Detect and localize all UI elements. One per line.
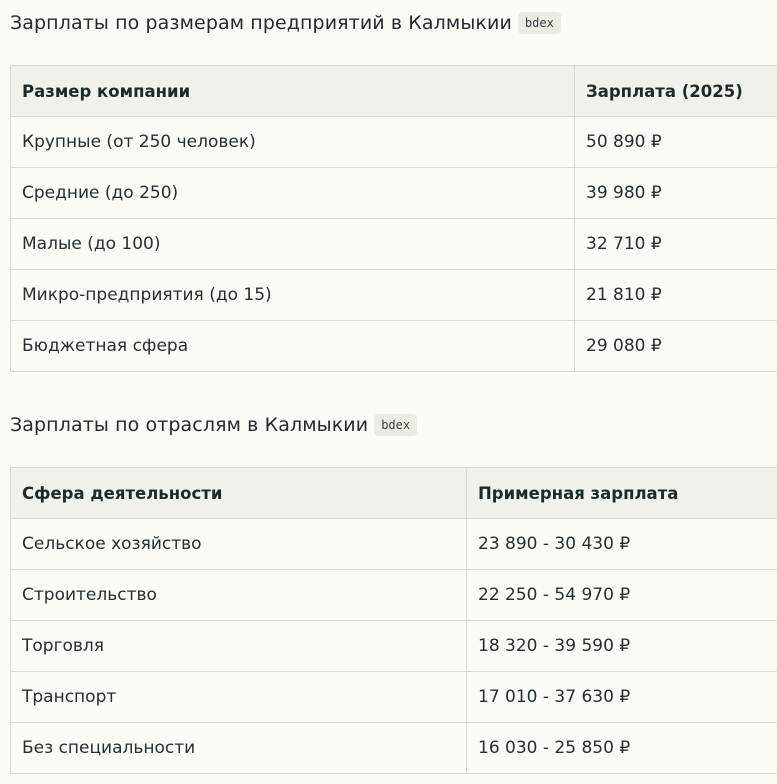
table-row: Транспорт 17 010 - 37 630 ₽ (10, 671, 777, 723)
column-header-approx-salary: Примерная зарплата (466, 467, 777, 519)
industry-cell: Транспорт (10, 671, 467, 723)
company-size-source-badge[interactable]: bdex (517, 12, 561, 34)
table-header-row: Сфера деятельности Примерная зарплата (10, 467, 777, 519)
company-size-table: Размер компании Зарплата (2025) Крупные … (10, 65, 777, 372)
table-row: Средние (до 250) 39 980 ₽ (10, 167, 777, 219)
industry-source-badge[interactable]: bdex (374, 414, 418, 436)
industry-title: Зарплаты по отраслям в Калмыкии (10, 414, 369, 436)
table-row: Крупные (от 250 человек) 50 890 ₽ (10, 116, 777, 168)
column-header-salary-2025: Зарплата (2025) (574, 65, 777, 117)
salary-cell: 29 080 ₽ (574, 320, 777, 372)
company-size-cell: Малые (до 100) (10, 218, 575, 270)
industry-table: Сфера деятельности Примерная зарплата Се… (10, 467, 777, 774)
salary-range-cell: 23 890 - 30 430 ₽ (466, 518, 777, 570)
salary-range-cell: 22 250 - 54 970 ₽ (466, 569, 777, 621)
table-row: Сельское хозяйство 23 890 - 30 430 ₽ (10, 518, 777, 570)
industry-cell: Сельское хозяйство (10, 518, 467, 570)
company-size-cell: Средние (до 250) (10, 167, 575, 219)
table-row: Торговля 18 320 - 39 590 ₽ (10, 620, 777, 672)
table-header-row: Размер компании Зарплата (2025) (10, 65, 777, 117)
table-row: Малые (до 100) 32 710 ₽ (10, 218, 777, 270)
company-size-cell: Микро-предприятия (до 15) (10, 269, 575, 321)
industry-cell: Без специальности (10, 722, 467, 774)
company-size-title: Зарплаты по размерам предприятий в Калмы… (10, 12, 512, 34)
industry-heading: Зарплаты по отраслям в Калмыкии bdex (10, 412, 418, 438)
salary-range-cell: 17 010 - 37 630 ₽ (466, 671, 777, 723)
industry-cell: Строительство (10, 569, 467, 621)
industry-cell: Торговля (10, 620, 467, 672)
table-row: Микро-предприятия (до 15) 21 810 ₽ (10, 269, 777, 321)
column-header-industry: Сфера деятельности (10, 467, 467, 519)
salary-cell: 39 980 ₽ (574, 167, 777, 219)
table-row: Без специальности 16 030 - 25 850 ₽ (10, 722, 777, 774)
company-size-cell: Крупные (от 250 человек) (10, 116, 575, 168)
salary-cell: 50 890 ₽ (574, 116, 777, 168)
company-size-cell: Бюджетная сфера (10, 320, 575, 372)
table-row: Бюджетная сфера 29 080 ₽ (10, 320, 777, 372)
table-row: Строительство 22 250 - 54 970 ₽ (10, 569, 777, 621)
company-size-heading: Зарплаты по размерам предприятий в Калмы… (10, 10, 561, 36)
column-header-company-size: Размер компании (10, 65, 575, 117)
salary-cell: 32 710 ₽ (574, 218, 777, 270)
salary-cell: 21 810 ₽ (574, 269, 777, 321)
salary-range-cell: 18 320 - 39 590 ₽ (466, 620, 777, 672)
salary-range-cell: 16 030 - 25 850 ₽ (466, 722, 777, 774)
